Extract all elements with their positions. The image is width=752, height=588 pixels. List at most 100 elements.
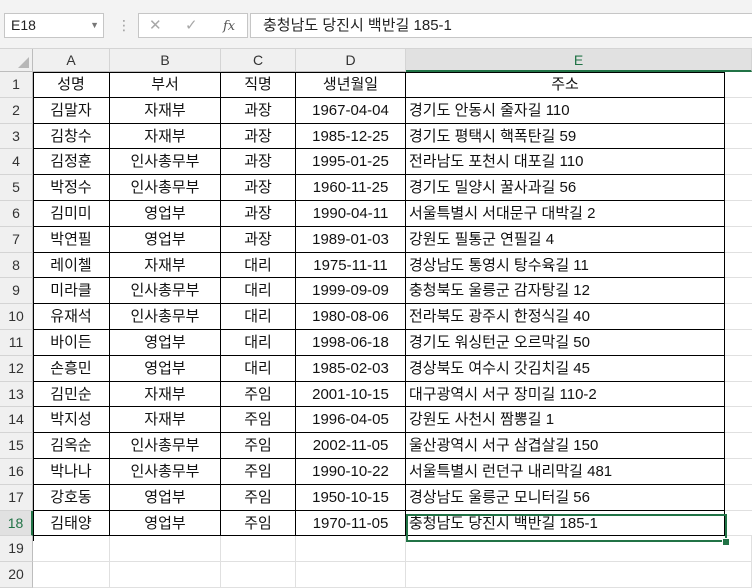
fx-icon[interactable]: fx	[223, 17, 235, 37]
cell-e13[interactable]: 대구광역시 서구 장미길 110-2	[406, 381, 725, 408]
column-header-b[interactable]: B	[110, 49, 221, 72]
cell-b17[interactable]: 영업부	[110, 484, 221, 511]
check-icon[interactable]: ✓	[185, 16, 198, 36]
cell-d19[interactable]	[296, 536, 406, 563]
cell-a8[interactable]: 레이첼	[33, 252, 110, 279]
cell-c14[interactable]: 주임	[221, 407, 296, 434]
row-header-4[interactable]: 4	[0, 149, 33, 176]
row-header-7[interactable]: 7	[0, 226, 33, 253]
row-header-15[interactable]: 15	[0, 433, 33, 459]
cell-f11[interactable]	[725, 330, 752, 356]
cell-e10[interactable]: 전라북도 광주시 한정식길 40	[406, 304, 725, 330]
row-header-3[interactable]: 3	[0, 123, 33, 150]
row-header-19[interactable]: 19	[0, 536, 33, 563]
header-cell-a1[interactable]: 성명	[33, 72, 110, 98]
select-all-corner[interactable]	[0, 49, 33, 72]
column-header-d[interactable]: D	[296, 49, 406, 72]
cell-a16[interactable]: 박나나	[33, 459, 110, 485]
cell-a9[interactable]: 미라클	[33, 278, 110, 305]
cell-c16[interactable]: 주임	[221, 459, 296, 485]
cell-b5[interactable]: 인사총무부	[110, 175, 221, 201]
cell-f12[interactable]	[725, 356, 752, 382]
cell-e18[interactable]: 충청남도 당진시 백반길 185-1	[406, 510, 725, 537]
row-header-10[interactable]: 10	[0, 304, 33, 330]
cell-b3[interactable]: 자재부	[110, 123, 221, 150]
cell-e2[interactable]: 경기도 안동시 줄자길 110	[406, 97, 725, 124]
cell-b4[interactable]: 인사총무부	[110, 149, 221, 176]
cell-a6[interactable]: 김미미	[33, 201, 110, 227]
cell-e7[interactable]: 강원도 필통군 연필길 4	[406, 226, 725, 253]
cell-e11[interactable]: 경기도 워싱턴군 오르막길 50	[406, 330, 725, 356]
cell-a7[interactable]: 박연필	[33, 226, 110, 253]
cell-a18[interactable]: 김태양	[33, 510, 110, 537]
cell-a19[interactable]	[33, 536, 110, 563]
cell-e6[interactable]: 서울특별시 서대문구 대박길 2	[406, 201, 725, 227]
cell-b10[interactable]: 인사총무부	[110, 304, 221, 330]
cell-d3[interactable]: 1985-12-25	[296, 123, 406, 150]
cell-b13[interactable]: 자재부	[110, 381, 221, 408]
row-header-2[interactable]: 2	[0, 97, 33, 124]
cell-b15[interactable]: 인사총무부	[110, 433, 221, 459]
cell-b7[interactable]: 영업부	[110, 226, 221, 253]
cell-c10[interactable]: 대리	[221, 304, 296, 330]
row-header-6[interactable]: 6	[0, 201, 33, 227]
cell-c13[interactable]: 주임	[221, 381, 296, 408]
cell-f9[interactable]	[725, 278, 752, 305]
column-header-e[interactable]: E	[406, 49, 752, 72]
cell-f5[interactable]	[725, 175, 752, 201]
cell-c9[interactable]: 대리	[221, 278, 296, 305]
cell-f18[interactable]	[725, 511, 752, 537]
cell-a3[interactable]: 김창수	[33, 123, 110, 150]
cell-f20[interactable]	[725, 562, 752, 588]
cell-c2[interactable]: 과장	[221, 97, 296, 124]
cell-e17[interactable]: 경상남도 울릉군 모니터길 56	[406, 484, 725, 511]
row-header-20[interactable]: 20	[0, 562, 33, 588]
column-header-a[interactable]: A	[33, 49, 110, 72]
cell-f15[interactable]	[725, 433, 752, 459]
cell-d18[interactable]: 1970-11-05	[296, 510, 406, 537]
cell-b16[interactable]: 인사총무부	[110, 459, 221, 485]
cell-c7[interactable]: 과장	[221, 226, 296, 253]
row-header-17[interactable]: 17	[0, 484, 33, 511]
cell-b2[interactable]: 자재부	[110, 97, 221, 124]
cell-b6[interactable]: 영업부	[110, 201, 221, 227]
name-box[interactable]: E18 ▼	[4, 13, 104, 38]
cell-d16[interactable]: 1990-10-22	[296, 459, 406, 485]
fill-handle[interactable]	[722, 538, 730, 546]
cell-f1[interactable]	[725, 72, 752, 98]
row-header-8[interactable]: 8	[0, 252, 33, 279]
cell-b19[interactable]	[110, 536, 221, 563]
cell-f16[interactable]	[725, 459, 752, 485]
row-header-18[interactable]: 18	[0, 510, 33, 537]
cell-a12[interactable]: 손흥민	[33, 355, 110, 382]
row-header-5[interactable]: 5	[0, 175, 33, 201]
cell-d6[interactable]: 1990-04-11	[296, 201, 406, 227]
cell-b18[interactable]: 영업부	[110, 510, 221, 537]
cell-b11[interactable]: 영업부	[110, 330, 221, 356]
cell-d15[interactable]: 2002-11-05	[296, 433, 406, 459]
cell-c18[interactable]: 주임	[221, 510, 296, 537]
cell-f4[interactable]	[725, 149, 752, 176]
cell-c20[interactable]	[221, 562, 296, 588]
cell-b8[interactable]: 자재부	[110, 252, 221, 279]
column-header-c[interactable]: C	[221, 49, 296, 72]
cell-d12[interactable]: 1985-02-03	[296, 355, 406, 382]
cell-b14[interactable]: 자재부	[110, 407, 221, 434]
cell-e5[interactable]: 경기도 밀양시 꿀사과길 56	[406, 175, 725, 201]
cell-e8[interactable]: 경상남도 통영시 탕수육길 11	[406, 252, 725, 279]
cell-d10[interactable]: 1980-08-06	[296, 304, 406, 330]
cell-a11[interactable]: 바이든	[33, 330, 110, 356]
cell-d2[interactable]: 1967-04-04	[296, 97, 406, 124]
cell-f14[interactable]	[725, 407, 752, 434]
chevron-down-icon[interactable]: ▼	[90, 14, 99, 37]
cell-e19[interactable]	[406, 536, 752, 563]
row-header-12[interactable]: 12	[0, 355, 33, 382]
cell-d7[interactable]: 1989-01-03	[296, 226, 406, 253]
cell-e3[interactable]: 경기도 평택시 핵폭탄길 59	[406, 123, 725, 150]
cell-d14[interactable]: 1996-04-05	[296, 407, 406, 434]
cell-f8[interactable]	[725, 253, 752, 279]
cell-c17[interactable]: 주임	[221, 484, 296, 511]
cell-f2[interactable]	[725, 98, 752, 124]
cell-c11[interactable]: 대리	[221, 330, 296, 356]
row-header-11[interactable]: 11	[0, 330, 33, 356]
